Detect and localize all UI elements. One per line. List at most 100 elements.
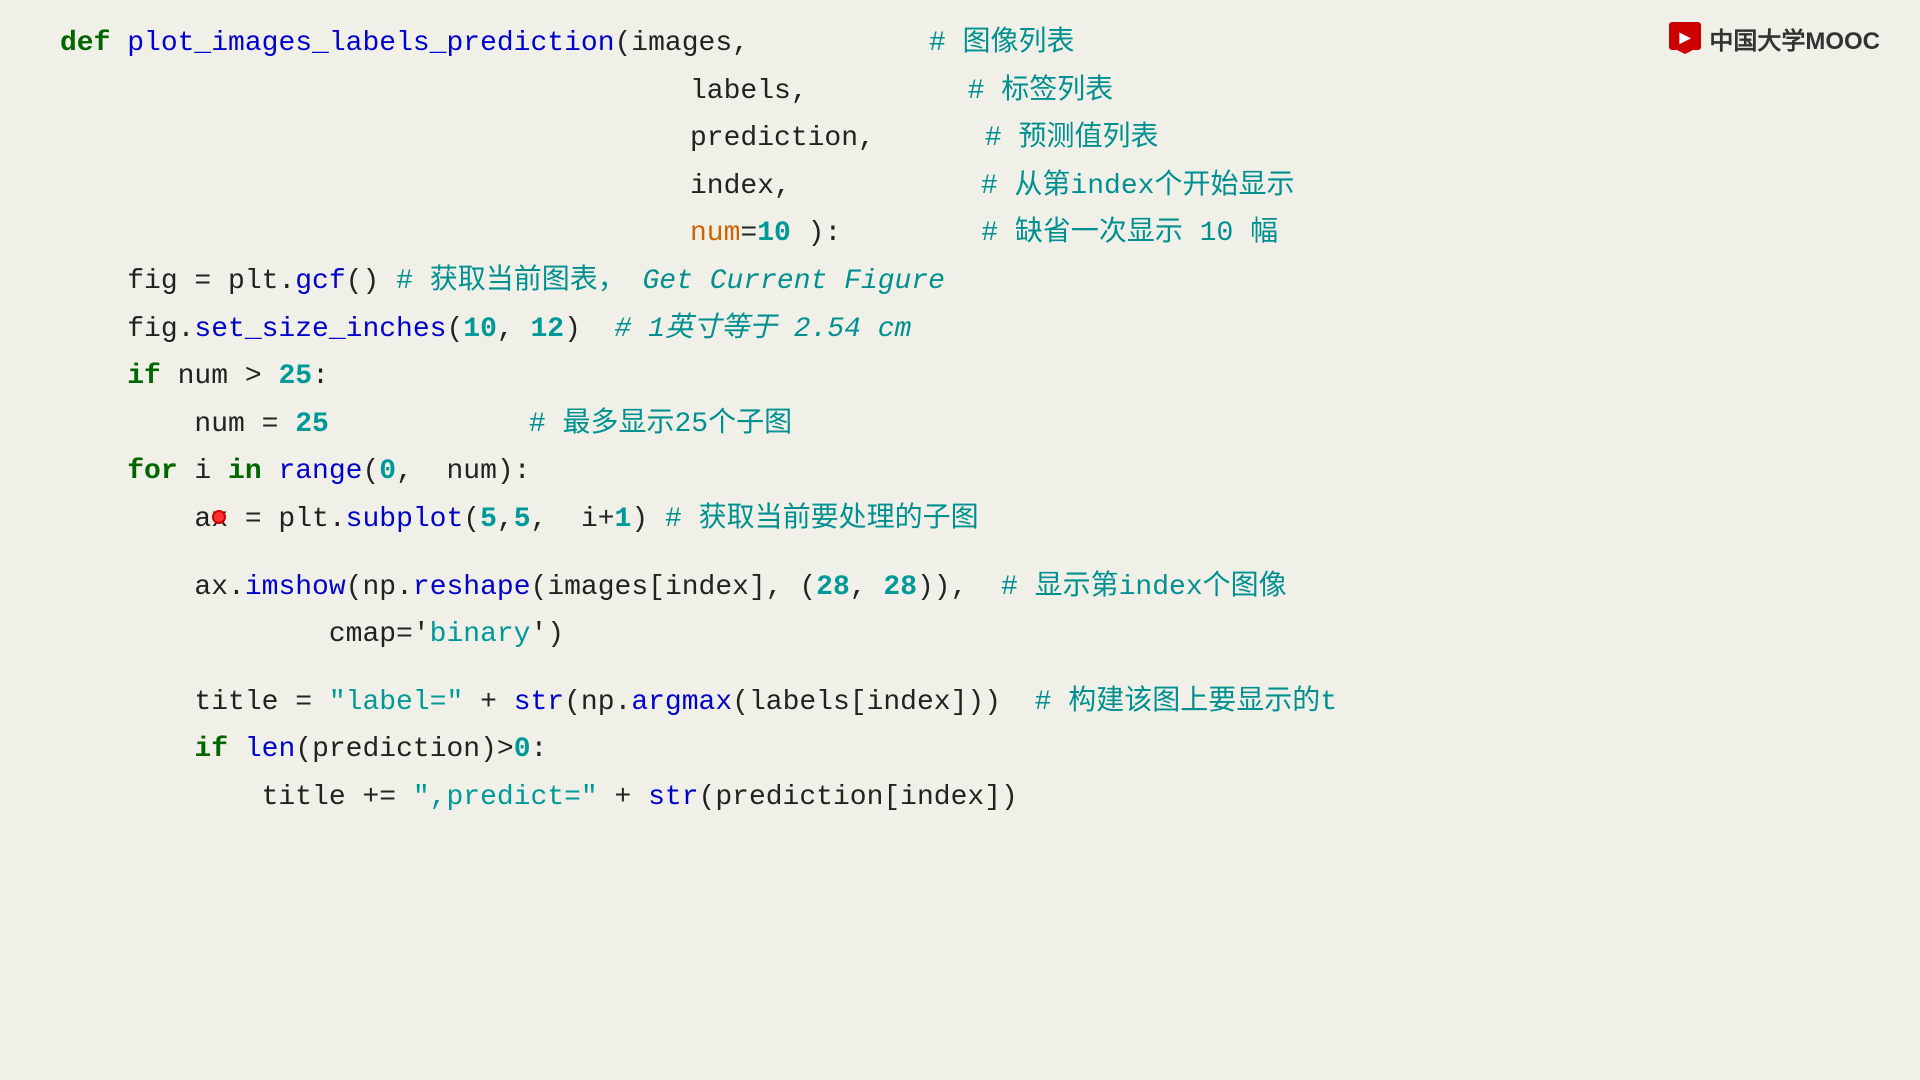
code-text: , num): [396,448,530,496]
function-name: plot_images_labels_prediction [127,20,614,68]
code-text: ') [531,611,565,659]
code-text: + [463,679,513,727]
number-0b: 0 [514,726,531,774]
code-text: , i+ [531,496,615,544]
code-line-11: ax = plt.subplot(5,5, i+1) # 获取当前要处理的子图 [60,496,1860,544]
keyword-if: if [60,353,178,401]
code-line-9: num = 25 # 最多显示25个子图 [60,401,1860,449]
logo-svg: ▶ [1667,20,1703,56]
code-text: ( [446,306,463,354]
keyword-def: def [60,20,127,68]
code-text: labels, [690,68,808,116]
string-label: "label=" [329,679,463,727]
comment-2: # 标签列表 [968,68,1114,116]
code-line-7: fig.set_size_inches(10, 12) # 1英寸等于 2.54… [60,306,1860,354]
code-text: fig. [60,306,194,354]
code-line-12 [60,544,1860,564]
code-text: (images, [615,20,749,68]
code-text: (prediction[index]) [699,774,1018,822]
call-reshape: reshape [413,564,531,612]
comment-9: # 最多显示25个子图 [529,401,792,449]
code-text: (prediction)> [295,726,513,774]
number-10b: 10 [463,306,497,354]
code-text: prediction, [690,115,875,163]
logo-text: 中国大学MOOC [1709,21,1880,56]
code-line-16: title = "label=" + str(np.argmax(labels[… [60,679,1860,727]
comment-5: # 缺省一次显示 10 幅 [981,210,1278,258]
code-text: (images[index], ( [531,564,817,612]
code-text: (labels[index])) [732,679,1034,727]
call-imshow: imshow [245,564,346,612]
call-str: str [514,679,564,727]
logo-icon: ▶ 中国大学MOOC [1667,20,1880,56]
code-line-14: cmap='binary') [60,611,1860,659]
comment-7: # 1英寸等于 2.54 cm [615,306,912,354]
code-line-3: prediction, # 预测值列表 [60,115,1860,163]
code-line-2: labels, # 标签列表 [60,68,1860,116]
call-argmax: argmax [631,679,732,727]
code-text: : [531,726,548,774]
comment-4: # 从第index个开始显示 [981,163,1295,211]
code-text: title += [60,774,413,822]
code-text: ( [463,496,480,544]
code-text: (np. [346,564,413,612]
call-subplot: subplot [346,496,464,544]
number-1: 1 [615,496,632,544]
code-line-1: def plot_images_labels_prediction(images… [60,20,1860,68]
call-range: range [278,448,362,496]
code-line-18: title += ",predict=" + str(prediction[in… [60,774,1860,822]
code-text: + [598,774,648,822]
code-text: , [497,496,514,544]
code-line-5: num=10 ):# 缺省一次显示 10 幅 [60,210,1860,258]
string-binary: binary [430,611,531,659]
code-text: ) [564,306,614,354]
comment-11: # 获取当前要处理的子图 [665,496,979,544]
code-block: def plot_images_labels_prediction(images… [0,0,1920,842]
code-text: , [850,564,884,612]
number-25: 25 [278,353,312,401]
code-text: index, [690,163,791,211]
number-25b: 25 [295,401,329,449]
code-text: ax = plt. [60,496,346,544]
code-text: i [194,448,228,496]
keyword-in: in [228,448,278,496]
code-text: cmap=' [60,611,430,659]
code-line-6: fig = plt.gcf() # 获取当前图表， Get Current Fi… [60,258,1860,306]
number-0: 0 [379,448,396,496]
logo-area: ▶ 中国大学MOOC [1667,20,1880,56]
code-text: ): [791,210,841,258]
code-line-8: if num > 25: [60,353,1860,401]
comment-1: # 图像列表 [929,20,1075,68]
code-text: ax. [60,564,245,612]
code-text: )), [917,564,1001,612]
call-gcf: gcf [295,258,345,306]
svg-text:▶: ▶ [1679,29,1692,45]
code-line-4: index, # 从第index个开始显示 [60,163,1860,211]
string-predict: ",predict=" [413,774,598,822]
keyword-for: for [60,448,194,496]
number-10: 10 [757,210,791,258]
call-set-size: set_size_inches [194,306,446,354]
code-text: = [740,210,757,258]
code-line-10: for i in range(0, num): [60,448,1860,496]
comment-6: # 获取当前图表， [396,258,626,306]
comment-13: # 显示第index个图像 [1001,564,1287,612]
code-text: ) [631,496,665,544]
comment-6b: Get Current Figure [626,258,945,306]
code-line-17: if len(prediction)>0: [60,726,1860,774]
code-text: () [346,258,396,306]
cursor-dot [212,510,226,524]
comment-16: # 构建该图上要显示的t [1035,679,1337,727]
number-5a: 5 [480,496,497,544]
call-len: len [245,726,295,774]
code-text: , [497,306,531,354]
code-text: : [312,353,329,401]
code-text: num > [178,353,279,401]
code-text: (np. [564,679,631,727]
number-5b: 5 [514,496,531,544]
code-text: num = [60,401,295,449]
keyword-if2: if [60,726,245,774]
number-12: 12 [531,306,565,354]
comment-3: # 预测值列表 [985,115,1159,163]
code-line-13: ax.imshow(np.reshape(images[index], (28,… [60,564,1860,612]
